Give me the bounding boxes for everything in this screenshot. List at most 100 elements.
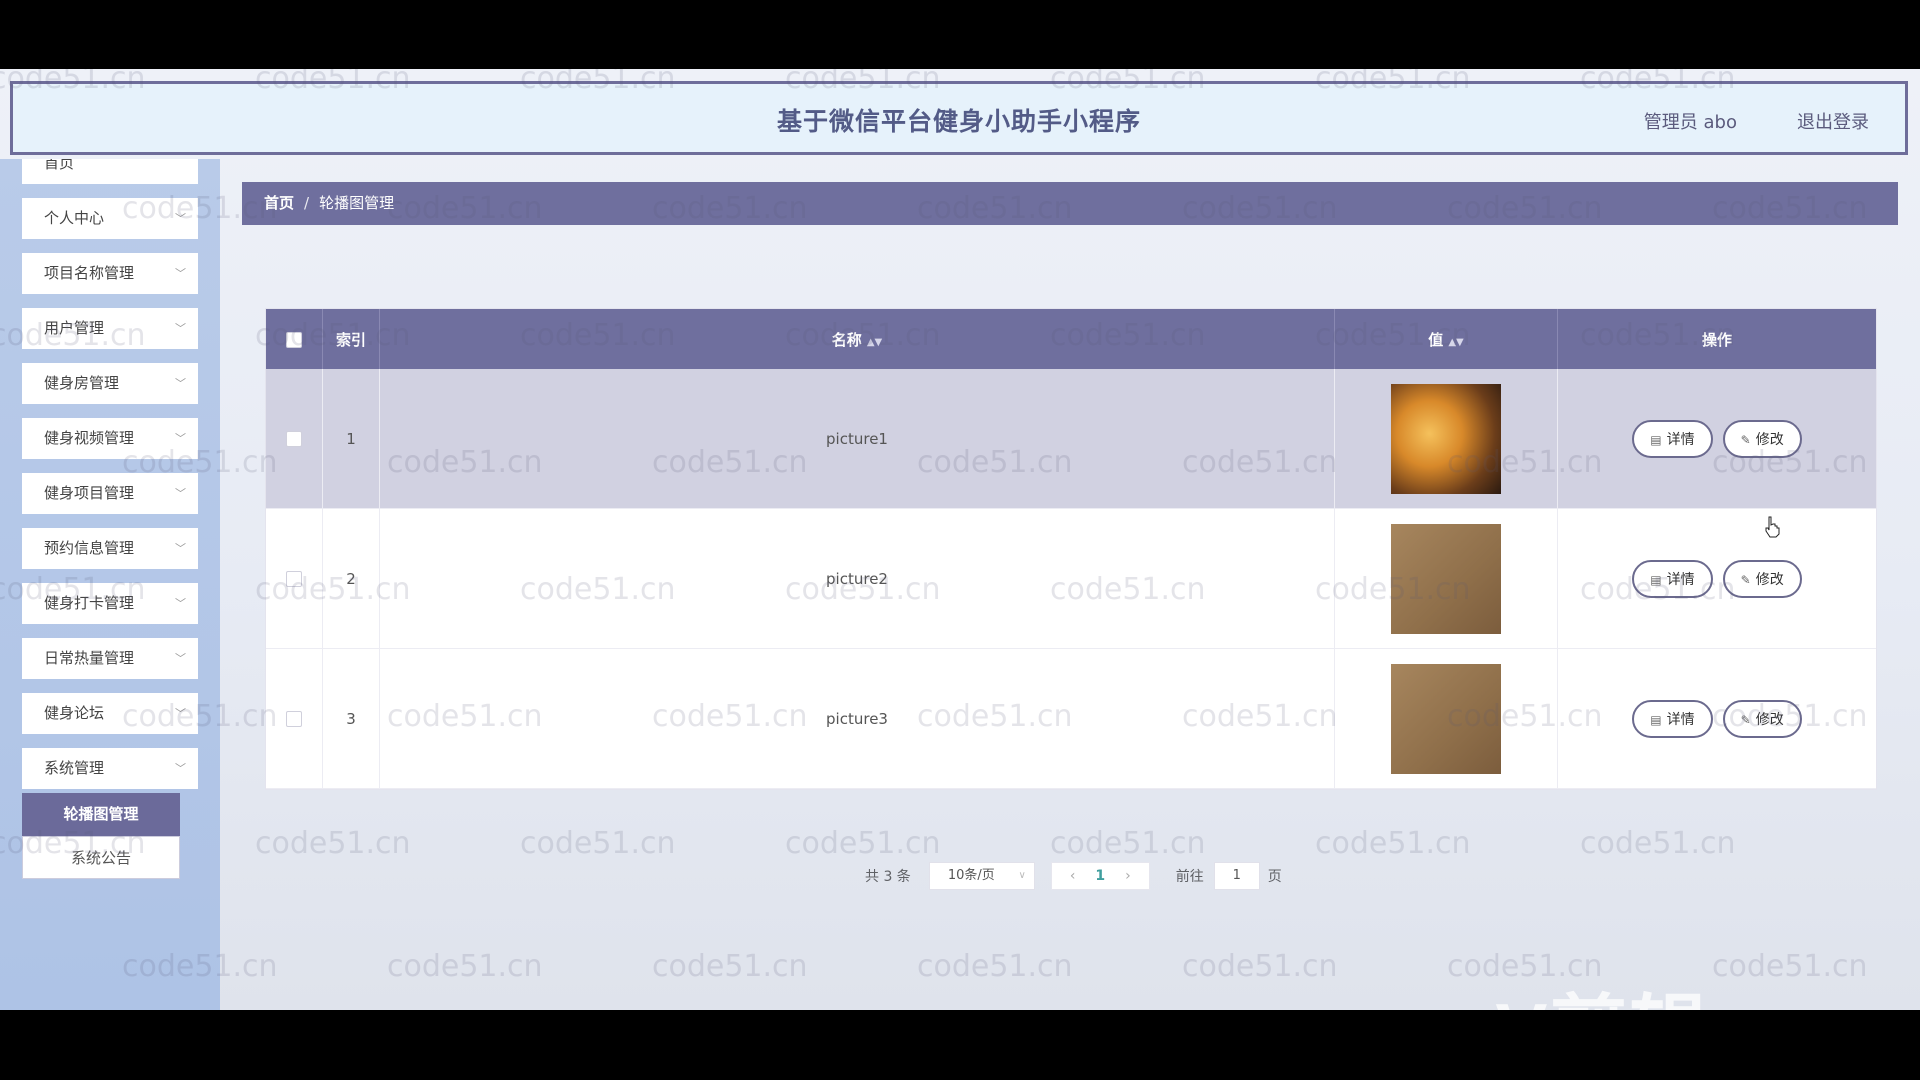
row-name: picture3 xyxy=(379,648,1335,789)
pencil-icon: ✎ xyxy=(1740,712,1751,727)
detail-button[interactable]: ▤ 详情 xyxy=(1632,559,1713,598)
watermark-text: code51.cn xyxy=(387,949,543,984)
breadcrumb-home[interactable]: 首页 xyxy=(264,194,294,212)
sidebar-item-forum[interactable]: 健身论坛 ﹀ xyxy=(22,693,198,734)
column-header-value[interactable]: 值 ▲▼ xyxy=(1334,309,1558,369)
sidebar-item-label: 健身项目管理 xyxy=(44,484,135,502)
row-name: picture1 xyxy=(379,369,1335,509)
row-name: picture2 xyxy=(379,508,1335,649)
row-index: 1 xyxy=(322,369,380,509)
watermark-text: code51.cn xyxy=(1315,826,1471,861)
edit-button-label: 修改 xyxy=(1755,571,1784,588)
page-navigator: ‹ 1 › xyxy=(1050,862,1150,890)
chevron-down-icon: ﹀ xyxy=(175,652,186,665)
row-value-cell xyxy=(1334,508,1558,649)
row-select-cell xyxy=(266,508,323,649)
detail-button-label: 详情 xyxy=(1666,711,1695,728)
watermark-text: code51.cn xyxy=(652,949,808,984)
watermark-text: code51.cn xyxy=(1712,949,1868,984)
watermark-text: code51.cn xyxy=(520,826,676,861)
watermark-text: code51.cn xyxy=(1182,949,1338,984)
table-row: 1 picture1 ▤ 详情 ✎ 修改 xyxy=(266,369,1876,509)
page-number-current[interactable]: 1 xyxy=(1085,868,1115,884)
row-checkbox[interactable] xyxy=(286,571,302,587)
pencil-icon: ✎ xyxy=(1740,432,1751,447)
sidebar-item-fitness-projects[interactable]: 健身项目管理 ﹀ xyxy=(22,473,198,514)
logout-link[interactable]: 退出登录 xyxy=(1797,108,1869,134)
page-size-select[interactable]: 10条/页 ∨ xyxy=(928,862,1035,890)
chevron-down-icon: ﹀ xyxy=(175,267,186,280)
submenu-item-carousel[interactable]: 轮播图管理 xyxy=(22,793,180,836)
sidebar-item-label: 健身房管理 xyxy=(44,374,120,392)
sidebar-item-label: 日常热量管理 xyxy=(44,649,135,667)
prev-page-icon[interactable]: ‹ xyxy=(1060,868,1086,884)
top-header: 基于微信平台健身小助手小程序 管理员 abo 退出登录 xyxy=(10,81,1908,155)
next-page-icon[interactable]: › xyxy=(1115,868,1141,884)
watermark-text: code51.cn xyxy=(1580,826,1736,861)
sidebar-item-label: 健身打卡管理 xyxy=(44,594,135,612)
sidebar-item-system[interactable]: 系统管理 ﹀ xyxy=(22,748,198,789)
chevron-down-icon: ﹀ xyxy=(175,707,186,720)
table-row: 3 picture3 ▤ 详情 ✎ 修改 xyxy=(266,648,1876,789)
sidebar-item-project-names[interactable]: 项目名称管理 ﹀ xyxy=(22,253,198,294)
column-header-value-label: 值 xyxy=(1428,330,1444,349)
document-icon: ▤ xyxy=(1650,572,1662,587)
app-window: 基于微信平台健身小助手小程序 管理员 abo 退出登录 首页 个人中心 ﹀ 项目… xyxy=(0,69,1920,1010)
gym-photo-thumbnail[interactable] xyxy=(1391,383,1501,494)
sidebar-item-label: 系统管理 xyxy=(44,759,105,777)
select-all-checkbox[interactable] xyxy=(286,331,302,348)
table-row: 2 picture2 ▤ 详情 ✎ 修改 xyxy=(266,508,1876,649)
sidebar-item-label: 健身视频管理 xyxy=(44,429,135,447)
edit-button-label: 修改 xyxy=(1755,711,1784,728)
sidebar-item-label: 项目名称管理 xyxy=(44,264,135,282)
chevron-down-icon: ﹀ xyxy=(175,597,186,610)
detail-button-label: 详情 xyxy=(1666,431,1695,448)
goto-label: 前往 xyxy=(1175,869,1204,885)
chevron-down-icon: ﹀ xyxy=(175,377,186,390)
pagination: 共 3 条 10条/页 ∨ ‹ 1 › 前往 1 页 xyxy=(865,861,1282,891)
submenu-item-label: 系统公告 xyxy=(70,849,131,867)
sidebar-item-checkins[interactable]: 健身打卡管理 ﹀ xyxy=(22,583,198,624)
row-checkbox[interactable] xyxy=(286,711,302,727)
edit-button[interactable]: ✎ 修改 xyxy=(1722,699,1802,738)
sidebar-item-label: 个人中心 xyxy=(44,209,105,227)
watermark-text: code51.cn xyxy=(255,826,411,861)
sort-icon[interactable]: ▲▼ xyxy=(867,337,882,348)
sidebar-item-gyms[interactable]: 健身房管理 ﹀ xyxy=(22,363,198,404)
edit-button[interactable]: ✎ 修改 xyxy=(1722,419,1802,458)
watermark-text: code51.cn xyxy=(785,826,941,861)
sidebar-item-profile[interactable]: 个人中心 ﹀ xyxy=(22,198,198,239)
document-icon: ▤ xyxy=(1650,712,1662,727)
sidebar-item-users[interactable]: 用户管理 ﹀ xyxy=(22,308,198,349)
watermark-text: code51.cn xyxy=(917,949,1073,984)
page-size-value: 10条/页 xyxy=(947,868,995,883)
submenu-item-announcements[interactable]: 系统公告 xyxy=(22,836,180,879)
sidebar-item-label: 首页 xyxy=(44,159,75,172)
sidebar-item-label: 健身论坛 xyxy=(44,704,105,722)
sidebar-item-label: 用户管理 xyxy=(44,319,105,337)
brown-photo-thumbnail[interactable] xyxy=(1391,663,1501,774)
sidebar-item-label: 预约信息管理 xyxy=(44,539,135,557)
pagination-total: 共 3 条 xyxy=(865,869,911,885)
row-checkbox[interactable] xyxy=(286,431,302,447)
chevron-down-icon: ﹀ xyxy=(175,212,186,225)
sidebar-item-reservations[interactable]: 预约信息管理 ﹀ xyxy=(22,528,198,569)
goto-page-input[interactable]: 1 xyxy=(1213,862,1260,890)
app-title: 基于微信平台健身小助手小程序 xyxy=(776,107,1141,136)
table-header-row: 索引 名称 ▲▼ 值 ▲▼ 操作 xyxy=(266,309,1876,369)
edit-button[interactable]: ✎ 修改 xyxy=(1722,559,1802,598)
column-header-name[interactable]: 名称 ▲▼ xyxy=(379,309,1335,369)
detail-button[interactable]: ▤ 详情 xyxy=(1632,419,1713,458)
detail-button[interactable]: ▤ 详情 xyxy=(1632,699,1713,738)
sidebar-item-fitness-videos[interactable]: 健身视频管理 ﹀ xyxy=(22,418,198,459)
row-value-cell xyxy=(1334,648,1558,789)
submenu-item-label: 轮播图管理 xyxy=(63,805,139,823)
sidebar-item-daily-calories[interactable]: 日常热量管理 ﹀ xyxy=(22,638,198,679)
brown-photo-thumbnail[interactable] xyxy=(1391,523,1501,634)
hand-cursor-icon xyxy=(1765,516,1780,538)
breadcrumb-current: 轮播图管理 xyxy=(319,194,395,212)
sidebar-item-home[interactable]: 首页 xyxy=(22,159,198,184)
edit-button-label: 修改 xyxy=(1755,431,1784,448)
sort-icon[interactable]: ▲▼ xyxy=(1448,337,1463,348)
breadcrumb: 首页 / 轮播图管理 xyxy=(242,182,1898,225)
